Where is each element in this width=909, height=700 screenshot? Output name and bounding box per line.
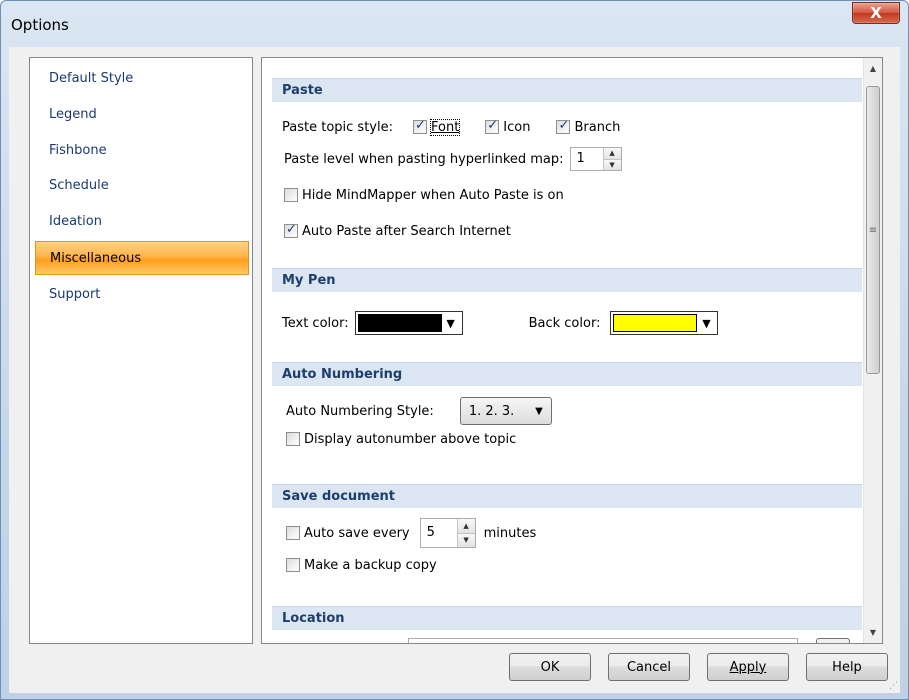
auto-save-minutes-value[interactable]: 5 <box>421 519 457 547</box>
nav-item-label: Fishbone <box>49 143 107 158</box>
nav-item-label: Schedule <box>49 178 109 193</box>
section-header-paste: Paste <box>272 78 862 102</box>
category-list: Default Style Legend Fishbone Schedule I… <box>29 57 253 644</box>
backup-label[interactable]: Make a backup copy <box>304 558 437 573</box>
nav-item-default-style[interactable]: Default Style <box>35 62 249 96</box>
paste-topic-style-row: Paste topic style: Font Icon Branch <box>282 116 620 138</box>
dropdown-arrow-icon: ▼ <box>446 316 455 330</box>
numbering-style-select[interactable]: 1. 2. 3. ▼ <box>459 397 552 425</box>
auto-save-minutes-stepper[interactable]: 5 ▲ ▼ <box>419 518 476 548</box>
spin-up-icon[interactable]: ▲ <box>603 148 621 160</box>
hide-mindmapper-label[interactable]: Hide MindMapper when Auto Paste is on <box>302 188 564 203</box>
section-header-location: Location <box>272 606 862 630</box>
spin-down-icon[interactable]: ▼ <box>603 159 621 170</box>
dialog-client-area: Default Style Legend Fishbone Schedule I… <box>9 47 900 693</box>
paste-topic-style-label: Paste topic style: <box>282 119 393 135</box>
nav-item-ideation[interactable]: Ideation <box>35 205 249 239</box>
numbering-style-label: Auto Numbering Style: <box>286 403 434 419</box>
spin-down-icon[interactable]: ▼ <box>457 533 475 547</box>
nav-item-label: Miscellaneous <box>50 251 142 266</box>
auto-paste-row: Auto Paste after Search Internet <box>284 220 511 242</box>
backup-checkbox[interactable] <box>286 558 300 572</box>
grip-icon: ≡ <box>868 224 878 236</box>
hide-mindmapper-checkbox[interactable] <box>284 188 298 202</box>
spin-up-icon[interactable]: ▲ <box>457 519 475 534</box>
window-title: Options <box>11 16 69 34</box>
spin-buttons: ▲ ▼ <box>602 148 621 170</box>
nav-item-label: Ideation <box>49 214 102 229</box>
paste-level-label: Paste level when pasting hyperlinked map… <box>284 151 564 167</box>
title-bar[interactable]: Options X <box>1 1 908 47</box>
location-path-input[interactable] <box>408 638 798 643</box>
settings-panel: Paste Paste topic style: Font Icon Branc… <box>261 57 883 644</box>
hide-mindmapper-row: Hide MindMapper when Auto Paste is on <box>284 184 564 206</box>
section-header-my-pen: My Pen <box>272 268 862 292</box>
numbering-style-row: Auto Numbering Style: 1. 2. 3. ▼ <box>286 396 552 426</box>
text-color-picker[interactable]: ▼ <box>354 311 463 335</box>
backup-row: Make a backup copy <box>286 554 437 576</box>
nav-item-support[interactable]: Support <box>35 278 249 312</box>
vertical-scrollbar[interactable]: ▲ ≡ ▼ <box>863 58 882 643</box>
text-color-swatch <box>357 314 442 332</box>
paste-level-row: Paste level when pasting hyperlinked map… <box>284 146 622 172</box>
nav-item-label: Legend <box>49 107 97 122</box>
display-autonumber-label[interactable]: Display autonumber above topic <box>304 432 516 447</box>
text-color-label: Text color: <box>282 315 349 331</box>
branch-checkbox-label[interactable]: Branch <box>574 120 620 135</box>
scroll-down-icon[interactable]: ▼ <box>864 624 882 641</box>
paste-level-stepper[interactable]: 1 ▲ ▼ <box>569 147 622 171</box>
nav-item-label: Default Style <box>49 71 134 86</box>
cancel-button[interactable]: Cancel <box>608 653 690 681</box>
auto-save-row: Auto save every 5 ▲ ▼ minutes <box>286 518 536 548</box>
spin-buttons: ▲ ▼ <box>456 519 475 547</box>
scroll-thumb[interactable]: ≡ <box>866 86 880 374</box>
nav-item-miscellaneous[interactable]: Miscellaneous <box>35 241 249 275</box>
font-checkbox-label[interactable]: Font <box>429 118 461 136</box>
options-dialog: Options X Default Style Legend Fishbone … <box>0 0 909 700</box>
minutes-label: minutes <box>483 525 537 541</box>
auto-paste-checkbox[interactable] <box>284 222 298 238</box>
branch-checkbox[interactable] <box>556 118 571 134</box>
dropdown-arrow-icon: ▼ <box>535 405 543 417</box>
scroll-up-icon[interactable]: ▲ <box>864 60 882 77</box>
back-color-picker[interactable]: ▼ <box>610 311 719 335</box>
nav-item-schedule[interactable]: Schedule <box>35 169 249 203</box>
display-autonumber-row: Display autonumber above topic <box>286 428 516 450</box>
nav-item-fishbone[interactable]: Fishbone <box>35 134 249 168</box>
close-icon: X <box>870 4 882 22</box>
section-header-save-document: Save document <box>272 484 862 508</box>
ok-button[interactable]: OK <box>509 653 591 681</box>
auto-save-checkbox[interactable] <box>286 526 300 540</box>
my-pen-row: Text color: ▼ Back color: ▼ <box>282 310 719 336</box>
numbering-style-value: 1. 2. 3. <box>468 403 515 419</box>
icon-checkbox[interactable] <box>485 118 500 134</box>
dropdown-arrow-icon: ▼ <box>702 316 711 330</box>
icon-checkbox-label[interactable]: Icon <box>503 120 530 135</box>
font-checkbox[interactable] <box>412 118 427 134</box>
nav-item-legend[interactable]: Legend <box>35 98 249 132</box>
paste-level-value[interactable]: 1 <box>571 148 603 170</box>
auto-paste-label[interactable]: Auto Paste after Search Internet <box>302 224 511 239</box>
resize-grip-icon[interactable]: ⋰ <box>889 681 898 691</box>
back-color-label: Back color: <box>528 315 601 331</box>
back-color-swatch <box>613 314 698 332</box>
close-button[interactable]: X <box>852 2 900 24</box>
apply-button[interactable]: Apply <box>707 653 789 681</box>
section-header-auto-numbering: Auto Numbering <box>272 362 862 386</box>
display-autonumber-checkbox[interactable] <box>286 432 300 446</box>
nav-item-label: Support <box>49 287 101 302</box>
location-browse-button[interactable] <box>816 638 850 643</box>
auto-save-label[interactable]: Auto save every <box>304 526 410 541</box>
help-button[interactable]: Help <box>806 653 888 681</box>
